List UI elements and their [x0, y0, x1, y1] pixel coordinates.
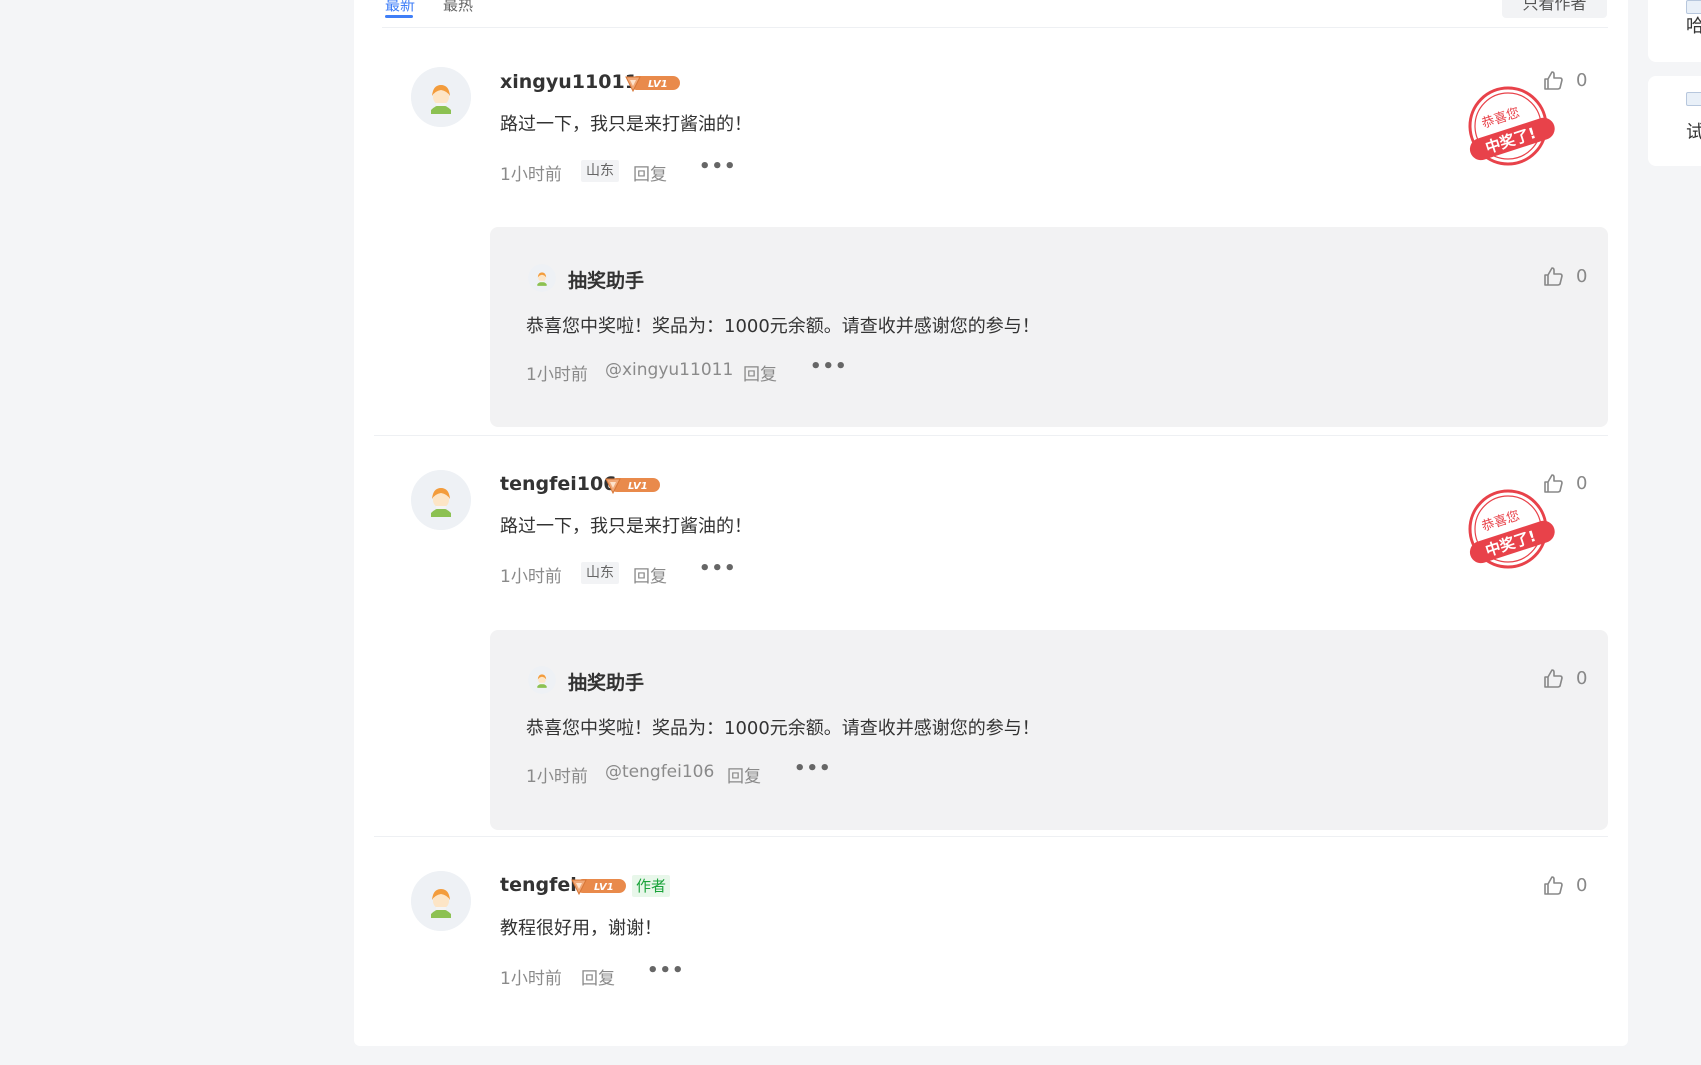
more-options-icon[interactable]: •••: [810, 356, 848, 377]
region-tag: 山东: [581, 562, 619, 584]
tab-latest[interactable]: 最新: [385, 0, 415, 15]
comment-text: 教程很好用，谢谢！: [500, 918, 662, 939]
user-name[interactable]: tengfei106: [500, 473, 616, 495]
more-options-icon[interactable]: •••: [699, 558, 737, 579]
reply-button[interactable]: 回复: [633, 562, 667, 587]
side-card-2[interactable]: 试: [1648, 76, 1701, 166]
level-badge-icon: [570, 876, 628, 896]
region-tag: 山东: [581, 160, 619, 182]
side-card-1-text: 哈: [1686, 16, 1701, 37]
avatar[interactable]: [411, 871, 471, 931]
avatar[interactable]: [411, 470, 471, 530]
author-tag: 作者: [632, 875, 671, 897]
more-options-icon[interactable]: •••: [794, 758, 832, 779]
comment-time: 1小时前: [500, 165, 562, 185]
thumbs-up-icon: [1542, 266, 1564, 288]
comment-time: 1小时前: [500, 969, 562, 989]
reply-button[interactable]: 回复: [743, 360, 777, 385]
like-count: 0: [1576, 473, 1588, 494]
reply-mention[interactable]: @xingyu11011: [605, 360, 733, 380]
active-tab-indicator: [385, 15, 413, 18]
tab-hottest[interactable]: 最热: [443, 0, 473, 15]
comment-text: 路过一下，我只是来打酱油的！: [500, 114, 752, 135]
reply-user-name[interactable]: 抽奖助手: [568, 266, 644, 293]
reply-button[interactable]: 回复: [727, 762, 761, 787]
like-count: 0: [1576, 875, 1588, 896]
user-name[interactable]: xingyu11011: [500, 71, 638, 93]
like-count: 0: [1576, 266, 1588, 287]
more-options-icon[interactable]: •••: [699, 156, 737, 177]
broken-image-icon: [1686, 92, 1701, 106]
reply-text: 恭喜您中奖啦！奖品为：1000元余额。请查收并感谢您的参与！: [526, 316, 1040, 337]
comment-divider: [374, 836, 1608, 837]
comment-divider: [374, 435, 1608, 436]
level-badge-icon: [604, 475, 662, 495]
like-count: 0: [1576, 668, 1588, 689]
avatar[interactable]: [528, 264, 556, 292]
reply-user-name[interactable]: 抽奖助手: [568, 668, 644, 695]
reply-text: 恭喜您中奖啦！奖品为：1000元余额。请查收并感谢您的参与！: [526, 718, 1040, 739]
winner-stamp-icon: 恭喜您 中奖了!: [1468, 489, 1555, 569]
thumbs-up-icon: [1542, 668, 1564, 690]
like-button[interactable]: 0: [1542, 266, 1602, 290]
user-name[interactable]: tengfei: [500, 874, 577, 896]
winner-stamp-icon: 恭喜您 中奖了!: [1468, 86, 1555, 166]
comment-text: 路过一下，我只是来打酱油的！: [500, 516, 752, 537]
author-only-button[interactable]: 只看作者: [1502, 0, 1607, 18]
reply-time: 1小时前: [526, 365, 588, 385]
level-badge-icon: [624, 73, 682, 93]
side-card-2-text: 试: [1686, 122, 1701, 143]
reply-button[interactable]: 回复: [633, 160, 667, 185]
comment-time: 1小时前: [500, 567, 562, 587]
reply-button[interactable]: 回复: [581, 964, 615, 989]
reply-time: 1小时前: [526, 767, 588, 787]
comment-sort-tabs: [382, 0, 1608, 28]
reply-mention[interactable]: @tengfei106: [605, 762, 714, 782]
avatar[interactable]: [411, 67, 471, 127]
thumbs-up-icon: [1542, 875, 1564, 897]
side-card-1[interactable]: 哈: [1648, 0, 1701, 62]
like-button[interactable]: 0: [1542, 668, 1602, 692]
avatar[interactable]: [528, 666, 556, 694]
like-button[interactable]: 0: [1542, 875, 1602, 899]
more-options-icon[interactable]: •••: [647, 960, 685, 981]
like-count: 0: [1576, 70, 1588, 91]
